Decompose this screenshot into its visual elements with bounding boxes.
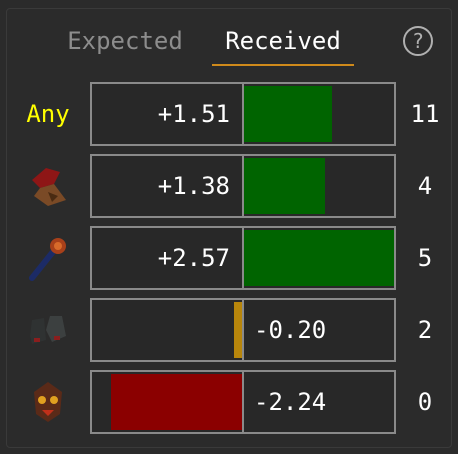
bar-fill [244,158,325,214]
tab-received[interactable]: Received [212,24,354,66]
bar-value: +1.51 [157,100,230,128]
row-count: 0 [417,388,433,416]
row-count: 4 [417,172,433,200]
row-demon-mask: -2.24 0 [0,370,458,434]
row-count: 11 [410,100,440,128]
bar-value: -2.24 [254,388,327,416]
luck-bar: -2.24 [90,370,396,434]
bar-fill [111,374,242,430]
row-count: 2 [417,316,433,344]
luck-bar: +1.51 [90,82,396,146]
row-staff: +2.57 5 [0,226,458,290]
bar-fill [244,86,332,142]
bar-fill [244,230,394,286]
row-count: 5 [417,244,433,272]
staff-icon [10,226,86,290]
zero-divider [242,372,244,432]
demon-mask-icon [10,370,86,434]
luck-bar: +2.57 [90,226,396,290]
bar-fill [234,302,242,358]
row-boots: -0.20 2 [0,298,458,362]
row-any: Any +1.51 11 [0,82,458,146]
bar-value: +1.38 [157,172,230,200]
luck-bar: -0.20 [90,298,396,362]
row-red-hat: +1.38 4 [0,154,458,218]
tab-expected[interactable]: Expected [64,24,186,66]
bar-value: -0.20 [254,316,327,344]
boots-icon [10,298,86,362]
help-icon[interactable]: ? [403,26,433,56]
row-label-any: Any [26,100,70,128]
zero-divider [242,300,244,360]
luck-bar: +1.38 [90,154,396,218]
bar-value: +2.57 [157,244,230,272]
red-hat-icon [10,154,86,218]
